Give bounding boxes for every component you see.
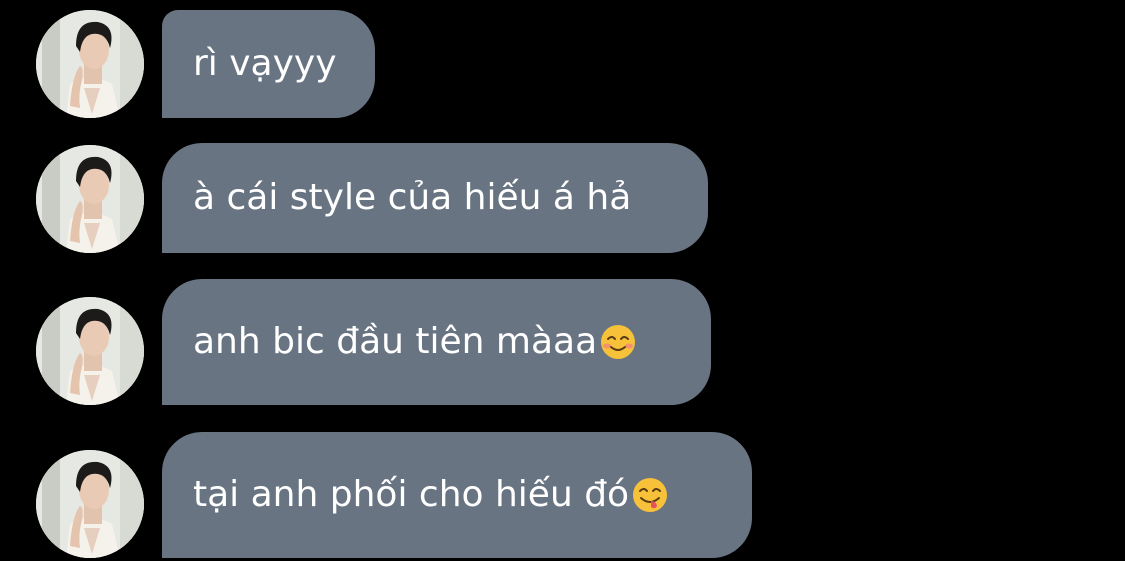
- smiling-face-icon: [599, 323, 637, 361]
- message-row: tại anh phối cho hiếu đó: [0, 432, 1125, 558]
- message-row: anh bic đầu tiên màaa: [0, 279, 1125, 405]
- message-text: à cái style của hiếu á hả: [193, 177, 632, 218]
- avatar-photo: [36, 10, 144, 118]
- avatar[interactable]: [36, 145, 144, 253]
- message-text: tại anh phối cho hiếu đó: [193, 474, 630, 515]
- message-row: à cái style của hiếu á hả: [0, 143, 1125, 253]
- message-text: anh bic đầu tiên màaa: [193, 321, 598, 362]
- message-row: rì vạyyy: [0, 10, 1125, 118]
- avatar[interactable]: [36, 450, 144, 558]
- avatar-photo: [36, 450, 144, 558]
- avatar[interactable]: [36, 10, 144, 118]
- message-bubble[interactable]: à cái style của hiếu á hả: [162, 143, 708, 253]
- message-text: rì vạyyy: [193, 43, 337, 84]
- avatar-photo: [36, 297, 144, 405]
- face-savoring-food-icon: [631, 476, 669, 514]
- avatar[interactable]: [36, 297, 144, 405]
- avatar-photo: [36, 145, 144, 253]
- message-bubble[interactable]: rì vạyyy: [162, 10, 375, 118]
- message-bubble[interactable]: tại anh phối cho hiếu đó: [162, 432, 752, 558]
- message-bubble[interactable]: anh bic đầu tiên màaa: [162, 279, 711, 405]
